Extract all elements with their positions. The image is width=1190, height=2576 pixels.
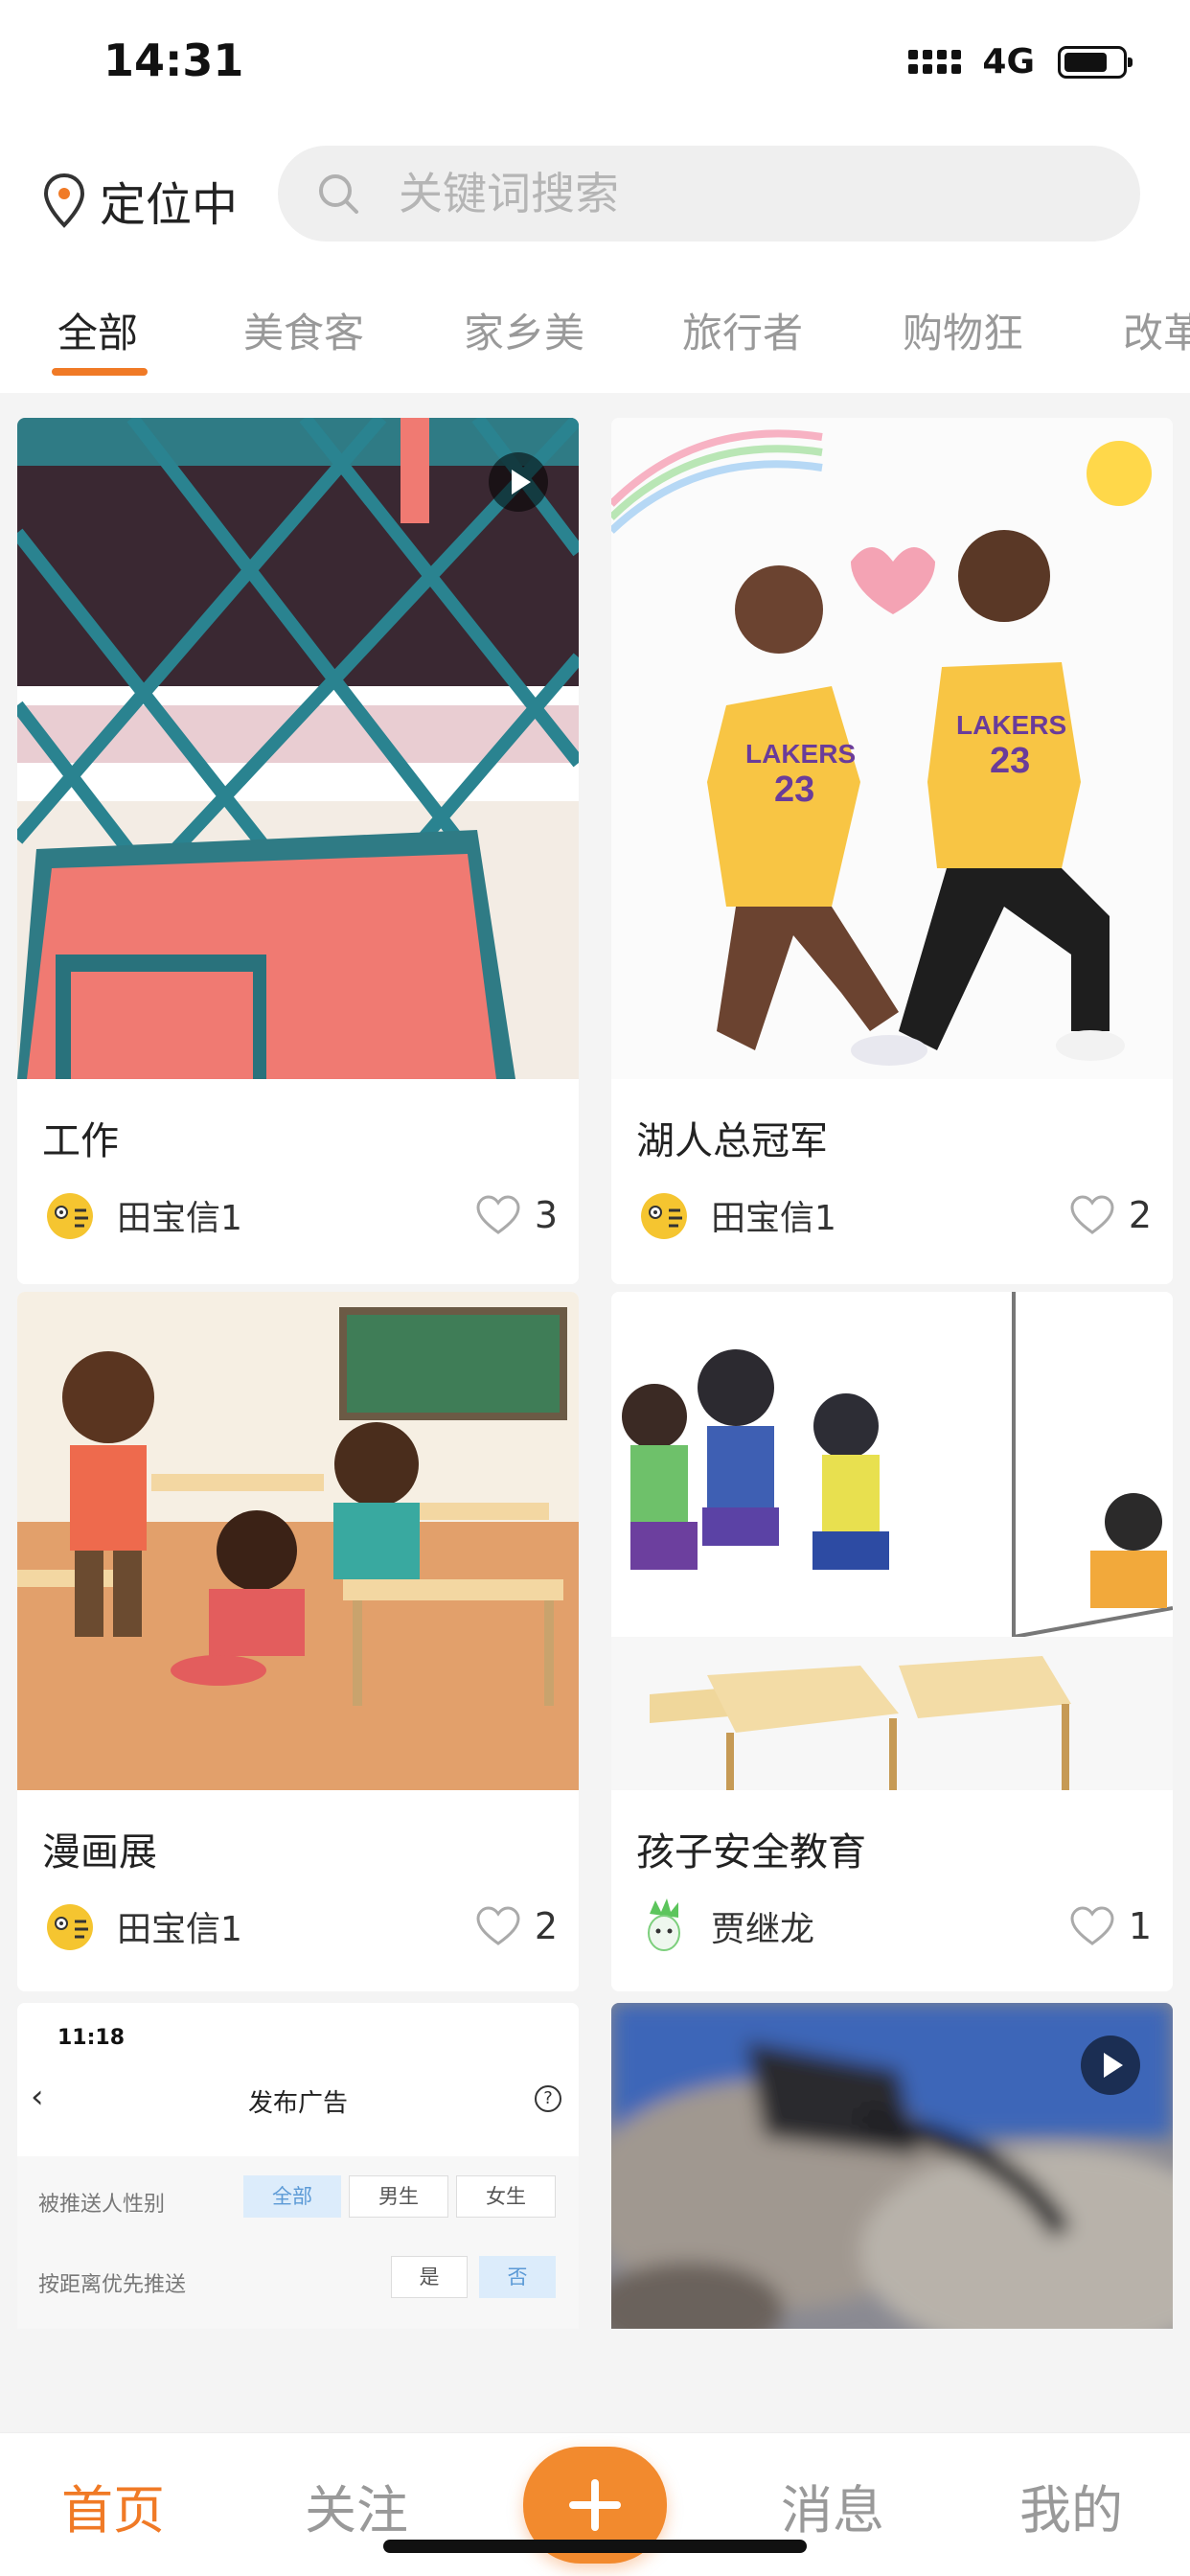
post-title: 工作 (42, 1119, 119, 1163)
post-title: 孩子安全教育 (636, 1830, 866, 1874)
post-meta: 贾继龙 1 (634, 1896, 1152, 1957)
inner-chip: 男生 (349, 2175, 448, 2218)
bottom-navigation: 首页 关注 消息 我的 (0, 2432, 1190, 2576)
post-image[interactable] (17, 1292, 579, 1790)
battery-icon (1058, 45, 1133, 79)
tab-hometown[interactable]: 家乡美 (464, 301, 584, 359)
post-title: 漫画展 (42, 1830, 157, 1874)
post-meta: 田宝信1 2 (40, 1896, 558, 1957)
nav-home[interactable]: 首页 (61, 2468, 165, 2543)
tab-traveler[interactable]: 旅行者 (682, 301, 803, 359)
tab-shopping[interactable]: 购物狂 (903, 301, 1023, 359)
location-label: 定位中 (100, 178, 239, 232)
network-type: 4G (982, 42, 1035, 81)
nav-messages[interactable]: 消息 (781, 2468, 884, 2543)
help-icon: ? (535, 2085, 561, 2112)
active-tab-indicator (52, 368, 148, 376)
inner-chip: 女生 (456, 2175, 556, 2218)
jersey-text: LAKERS (745, 739, 856, 769)
like-count: 2 (534, 1905, 558, 1947)
avatar[interactable] (634, 1185, 694, 1245)
inner-row-label: 被推送人性别 (38, 2193, 166, 2217)
header: 定位中 (0, 125, 1190, 268)
avatar[interactable] (40, 1185, 100, 1245)
post-image[interactable] (611, 2003, 1173, 2329)
jersey-number: 23 (990, 741, 1030, 781)
tab-food[interactable]: 美食客 (243, 301, 364, 359)
status-indicators: 4G (908, 42, 1133, 81)
nav-follow[interactable]: 关注 (305, 2468, 408, 2543)
inner-chip: 是 (391, 2256, 468, 2298)
status-time: 14:31 (103, 34, 244, 86)
author-name[interactable]: 田宝信1 (117, 1190, 475, 1240)
play-icon[interactable] (489, 452, 548, 512)
home-indicator (383, 2540, 807, 2553)
location-selector[interactable]: 定位中 (42, 167, 238, 234)
status-bar: 14:31 4G (0, 0, 1190, 125)
post-meta: 田宝信1 3 (40, 1184, 558, 1246)
post-image[interactable] (611, 1292, 1173, 1790)
heart-icon (1070, 1906, 1114, 1945)
like-button[interactable]: 2 (475, 1905, 558, 1947)
post-image[interactable]: LAKERS 23 LAKERS 23 (611, 418, 1173, 1079)
inner-page-title: 发布广告 (247, 2089, 348, 2118)
like-button[interactable]: 2 (1069, 1194, 1152, 1236)
post-card[interactable]: 孩子安全教育 贾继龙 1 (611, 1292, 1173, 1991)
post-image[interactable] (17, 418, 579, 1079)
author-name[interactable]: 田宝信1 (711, 1190, 1069, 1240)
like-count: 1 (1128, 1905, 1152, 1947)
search-bar[interactable] (278, 146, 1140, 242)
post-meta: 田宝信1 2 (634, 1184, 1152, 1246)
post-title: 湖人总冠军 (636, 1119, 828, 1163)
post-card[interactable]: 漫画展 田宝信1 2 (17, 1292, 579, 1991)
search-icon (319, 174, 358, 214)
author-name[interactable]: 田宝信1 (117, 1901, 475, 1951)
post-image[interactable]: 11:18 ‹ 发布广告 ? 被推送人性别 全部 男生 女生 按距离优先推送 是… (17, 2003, 579, 2329)
author-name[interactable]: 贾继龙 (711, 1901, 1069, 1951)
like-count: 2 (1128, 1194, 1152, 1236)
signal-icon (908, 50, 962, 74)
avatar[interactable] (634, 1897, 694, 1956)
jersey-number: 23 (774, 770, 814, 810)
avatar[interactable] (40, 1897, 100, 1956)
heart-icon (1070, 1195, 1114, 1234)
post-card[interactable]: 11:18 ‹ 发布广告 ? 被推送人性别 全部 男生 女生 按距离优先推送 是… (17, 2003, 579, 2329)
play-icon[interactable] (1081, 2036, 1140, 2095)
heart-icon (476, 1906, 520, 1945)
inner-status-time: 11:18 (57, 2026, 126, 2050)
tab-all[interactable]: 全部 (57, 301, 138, 359)
like-button[interactable]: 1 (1069, 1905, 1152, 1947)
post-feed[interactable]: 工作 田宝信1 3 LAKERS 23 LAKERS 23 湖人总冠军 田宝信1… (0, 393, 1190, 2329)
like-button[interactable]: 3 (475, 1194, 558, 1236)
inner-row-label: 按距离优先推送 (38, 2273, 187, 2297)
tab-reform[interactable]: 改革 (1123, 301, 1190, 359)
category-tabs: 全部 美食客 家乡美 旅行者 购物狂 改革 (0, 268, 1190, 393)
post-card[interactable]: 工作 田宝信1 3 (17, 418, 579, 1284)
nav-mine[interactable]: 我的 (1019, 2468, 1123, 2543)
heart-icon (476, 1195, 520, 1234)
inner-chip: 全部 (243, 2175, 341, 2218)
inner-chip: 否 (479, 2256, 556, 2298)
location-pin-icon (43, 172, 85, 228)
like-count: 3 (534, 1194, 558, 1236)
post-card[interactable] (611, 2003, 1173, 2329)
inner-form: 被推送人性别 全部 男生 女生 按距离优先推送 是 否 (17, 2156, 579, 2329)
jersey-text: LAKERS (956, 710, 1066, 740)
post-card[interactable]: LAKERS 23 LAKERS 23 湖人总冠军 田宝信1 2 (611, 418, 1173, 1284)
search-input[interactable] (399, 168, 1069, 219)
